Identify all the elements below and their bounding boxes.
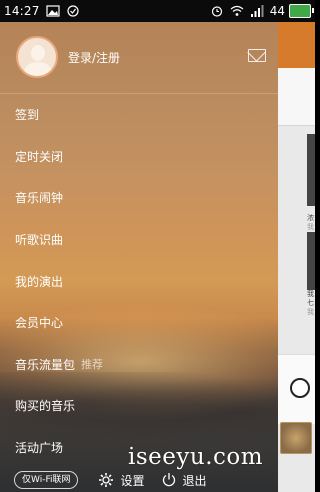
card-thumbnail[interactable] <box>307 232 315 290</box>
clock: 14:27 <box>4 4 40 18</box>
app-header <box>278 22 315 68</box>
status-bar: 14:27 44 <box>0 0 315 22</box>
player-icon[interactable] <box>290 378 310 398</box>
battery-level: 44 <box>269 4 285 18</box>
card-text: 浓 我 <box>307 214 314 231</box>
recommend-badge: 推荐 <box>81 358 104 372</box>
settings-button[interactable]: 设置 <box>98 472 145 489</box>
navigation-drawer: 登录/注册 签到 定时关闭 音乐闹钟 听歌识曲 我的演出 会员中心 音乐流量包推… <box>0 22 278 492</box>
login-register-link[interactable]: 登录/注册 <box>68 49 120 66</box>
card-text: 我 七 我 <box>307 290 314 316</box>
card-thumbnail[interactable] <box>307 134 315 206</box>
menu-item-song-recognition[interactable]: 听歌识曲 <box>0 219 278 261</box>
menu-item-vip-center[interactable]: 会员中心 <box>0 302 278 344</box>
profile-header: 登录/注册 <box>0 22 278 94</box>
app-panel <box>278 68 315 126</box>
menu-item-purchased-music[interactable]: 购买的音乐 <box>0 385 278 427</box>
power-icon <box>162 473 175 487</box>
gear-icon <box>99 473 114 487</box>
drawer-menu: 签到 定时关闭 音乐闹钟 听歌识曲 我的演出 会员中心 音乐流量包 推荐 购买的音… <box>0 94 278 468</box>
avatar[interactable] <box>16 36 58 78</box>
image-icon <box>45 5 60 17</box>
check-circle-icon <box>66 5 80 17</box>
battery-icon <box>289 4 314 18</box>
menu-item-music-alarm[interactable]: 音乐闹钟 <box>0 177 278 219</box>
wifi-only-toggle[interactable]: 仅Wi-Fi联网 <box>14 471 79 489</box>
menu-item-my-shows[interactable]: 我的演出 <box>0 260 278 302</box>
mail-icon[interactable] <box>248 49 266 62</box>
menu-item-checkin[interactable]: 签到 <box>0 94 278 136</box>
signal-icon <box>250 5 264 17</box>
menu-item-data-package[interactable]: 音乐流量包 推荐 <box>0 344 278 386</box>
menu-item-sleep-timer[interactable]: 定时关闭 <box>0 136 278 178</box>
alarm-icon <box>210 5 224 17</box>
wifi-icon <box>230 5 244 17</box>
exit-button[interactable]: 退出 <box>161 472 207 489</box>
watermark: iseeyu.com <box>128 444 264 470</box>
drawer-footer: 仅Wi-Fi联网 设置 退出 <box>0 468 278 492</box>
album-cover-thumbnail[interactable] <box>280 422 312 454</box>
